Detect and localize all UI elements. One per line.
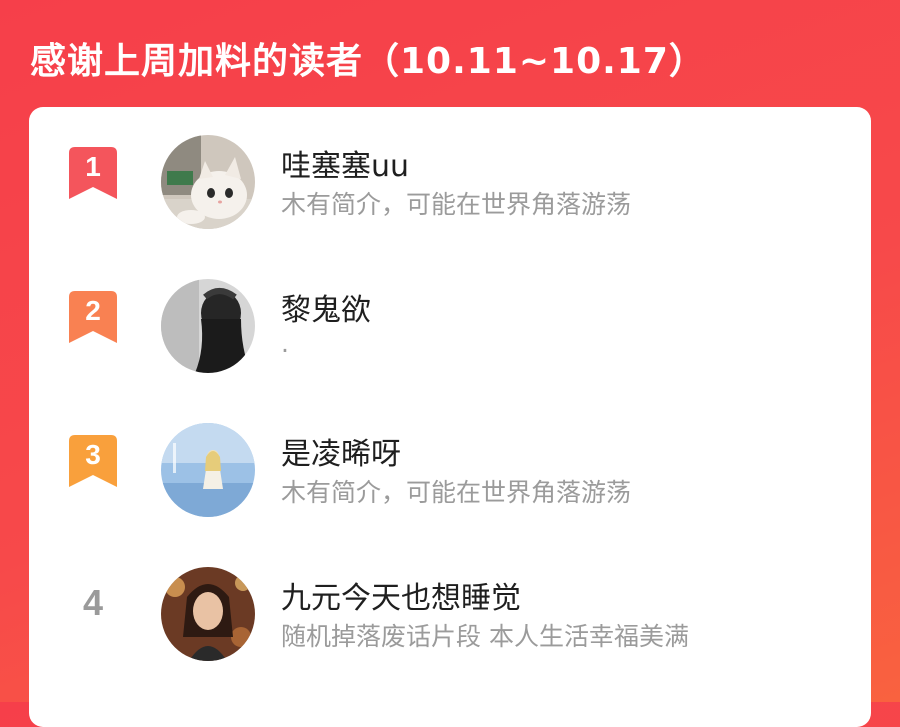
reader-name: 黎鬼欲 xyxy=(281,293,371,328)
cat-photo-avatar[interactable] xyxy=(161,135,255,229)
rank-number: 3 xyxy=(85,439,101,470)
page-title: 感谢上周加料的读者（10.11~10.17） xyxy=(30,41,706,82)
blue-figure-avatar[interactable] xyxy=(161,423,255,517)
reader-list-card: 1 哇塞塞uu 木有简介，可能在世界角落游荡 2 黎鬼欲 . 3 是凌晞呀 木有… xyxy=(29,107,871,727)
woman-portrait-avatar[interactable] xyxy=(161,567,255,661)
reader-bio: 木有简介，可能在世界角落游荡 xyxy=(281,190,632,219)
reader-row-2[interactable]: 2 黎鬼欲 . xyxy=(29,251,871,373)
reader-row-4[interactable]: 4 九元今天也想睡觉 随机掉落废话片段 本人生活幸福美满 xyxy=(29,539,871,661)
reader-name: 哇塞塞uu xyxy=(281,149,410,184)
reader-name: 九元今天也想睡觉 xyxy=(281,581,521,616)
rank-number: 1 xyxy=(85,151,101,182)
rank-badge-3: 3 xyxy=(69,435,117,487)
reader-bio: 随机掉落废话片段 本人生活幸福美满 xyxy=(281,622,689,651)
reader-bio: 木有简介，可能在世界角落游荡 xyxy=(281,478,632,507)
reader-name: 是凌晞呀 xyxy=(281,437,401,472)
rank-badge-2: 2 xyxy=(69,291,117,343)
rank-number: 4 xyxy=(82,582,104,623)
reader-bio: . xyxy=(281,329,289,358)
rank-badge-1: 1 xyxy=(69,147,117,199)
reader-row-1[interactable]: 1 哇塞塞uu 木有简介，可能在世界角落游荡 xyxy=(29,107,871,229)
rank-number: 2 xyxy=(85,295,101,326)
rank-badge-4: 4 xyxy=(69,579,117,631)
reader-row-3[interactable]: 3 是凌晞呀 木有简介，可能在世界角落游荡 xyxy=(29,395,871,517)
dark-portrait-avatar[interactable] xyxy=(161,279,255,373)
